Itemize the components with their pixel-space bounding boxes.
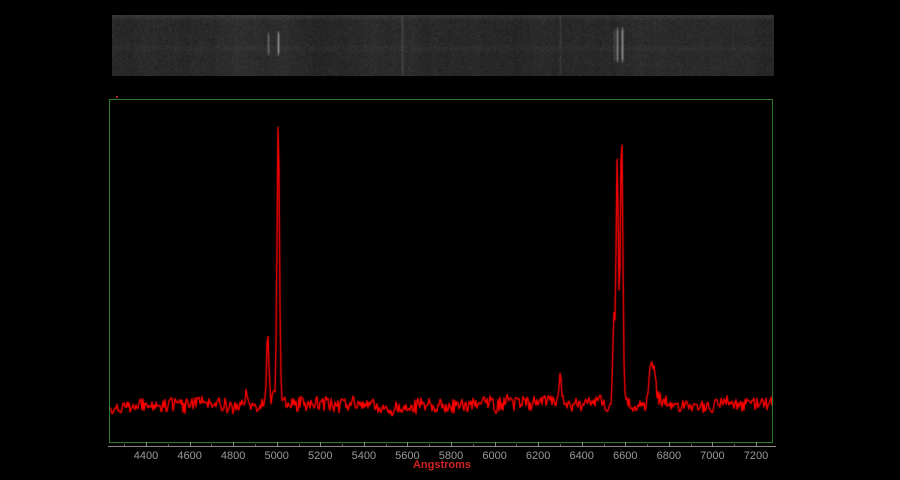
spectrum-trace-canvas [110,100,772,442]
spectral-display-screen: 4400460048005000520054005600580060006200… [0,0,900,480]
x-tick-label: 6400 [569,450,593,462]
x-axis-tick [277,442,278,446]
x-axis-tick [320,442,321,446]
spectrum-2d-strip [112,15,774,76]
x-tick-label: 5200 [308,450,332,462]
x-axis-minor-tick [691,444,692,446]
x-axis-tick [407,442,408,446]
x-axis-minor-tick [560,444,561,446]
spectrum-plot-box [109,99,773,443]
x-axis-tick [756,442,757,446]
x-axis-tick [669,442,670,446]
x-tick-label: 6000 [482,450,506,462]
x-tick-label: 5400 [352,450,376,462]
x-tick-label: 4600 [177,450,201,462]
x-axis-tick [451,442,452,446]
x-tick-label: 6600 [613,450,637,462]
x-axis-tick [364,442,365,446]
x-axis-tick [190,442,191,446]
x-tick-label: 5000 [264,450,288,462]
x-axis-tick [538,442,539,446]
x-axis-tick [495,442,496,446]
x-tick-label: 7200 [744,450,768,462]
x-axis-minor-tick [734,444,735,446]
x-axis-minor-tick [647,444,648,446]
x-axis-minor-tick [342,444,343,446]
x-axis-tick [146,442,147,446]
x-tick-label: 6800 [657,450,681,462]
x-axis-minor-tick [386,444,387,446]
x-axis-minor-tick [255,444,256,446]
x-axis-line [108,446,776,447]
red-marker-dot [116,96,118,98]
x-axis-minor-tick [516,444,517,446]
x-axis-tick [712,442,713,446]
x-axis-tick [233,442,234,446]
x-axis-minor-tick [299,444,300,446]
x-tick-label: 7000 [700,450,724,462]
x-axis-minor-tick [124,444,125,446]
x-axis-minor-tick [604,444,605,446]
x-axis-tick [582,442,583,446]
x-tick-label: 4400 [134,450,158,462]
x-tick-label: 4800 [221,450,245,462]
x-axis-tick [625,442,626,446]
x-tick-label: 6200 [526,450,550,462]
x-axis-minor-tick [473,444,474,446]
x-axis-minor-tick [168,444,169,446]
x-axis-minor-tick [211,444,212,446]
x-axis-title: Angstroms [413,459,471,471]
x-axis-minor-tick [429,444,430,446]
